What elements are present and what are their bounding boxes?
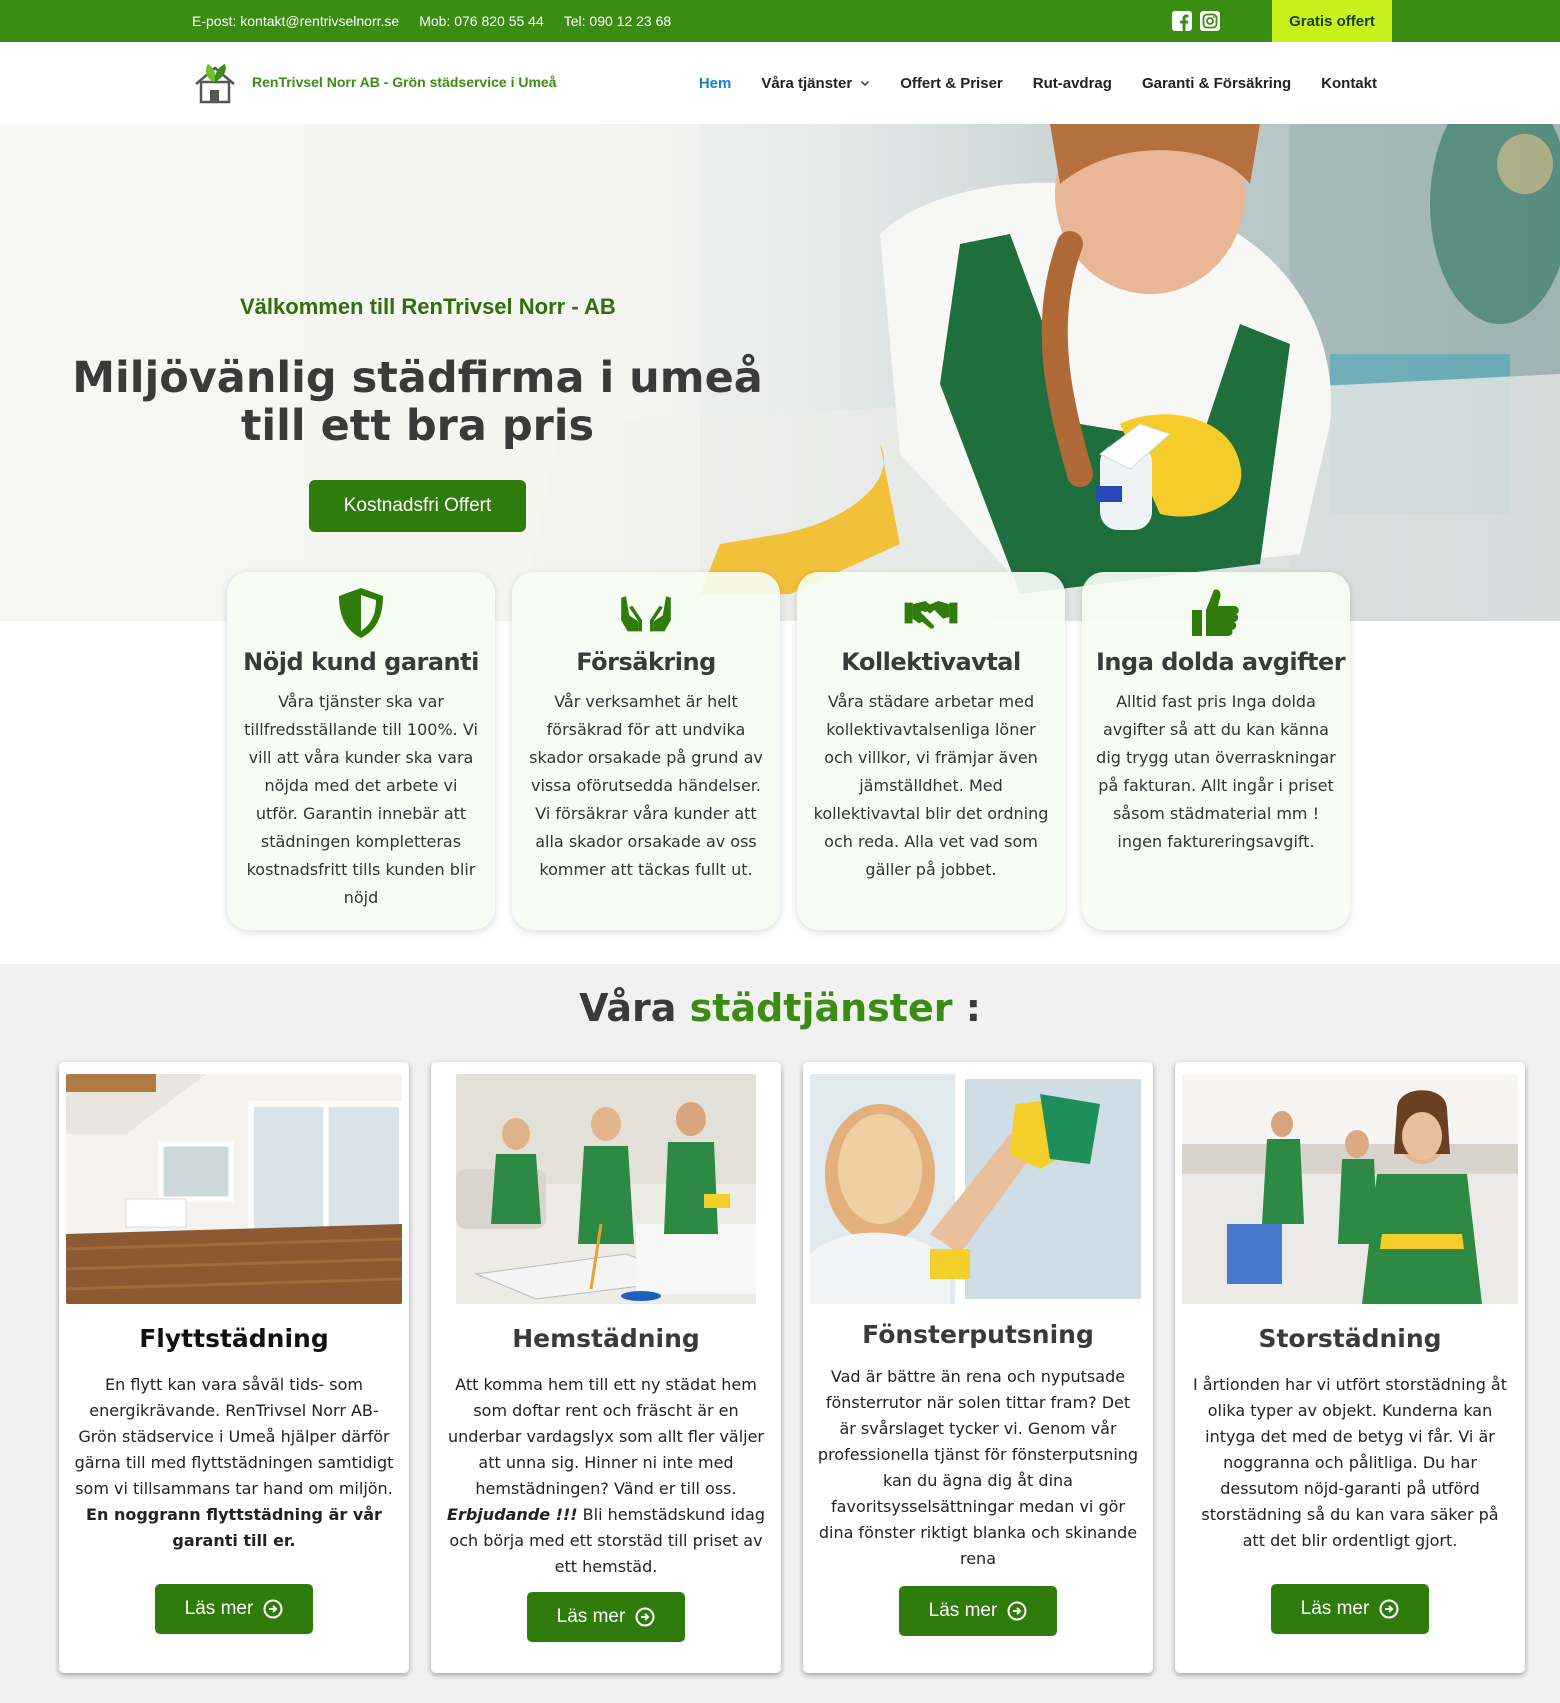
nav-item-rut-avdrag[interactable]: Rut-avdrag [1033, 75, 1112, 92]
service-text: En flytt kan vara såväl tids- som energi… [73, 1372, 395, 1554]
service-text: I årtionden har vi utfört storstädning å… [1192, 1375, 1508, 1550]
chevron-down-icon [861, 80, 870, 87]
services-title-prefix: Våra [579, 986, 690, 1030]
team-cleaning-photo [1182, 1074, 1518, 1304]
brand-link[interactable]: RenTrivsel Norr AB - Grön städservice i … [192, 60, 556, 104]
arrow-circle-right-icon [263, 1599, 283, 1619]
service-title: Fönsterputsning [862, 1320, 1094, 1349]
feature-title: Nöjd kund garanti [243, 648, 479, 676]
offer-highlight: Erbjudande !!! [447, 1505, 578, 1524]
arrow-circle-right-icon [1379, 1599, 1399, 1619]
nav-item-offert-priser[interactable]: Offert & Priser [900, 75, 1003, 92]
feature-text: Alltid fast pris Inga dolda avgifter så … [1096, 692, 1336, 851]
service-title: Flyttstädning [139, 1324, 329, 1353]
free-quote-button[interactable]: Gratis offert [1272, 0, 1392, 42]
hero-welcome: Välkommen till RenTrivsel Norr - AB [240, 294, 616, 319]
service-card-hemstadning: Hemstädning Att komma hem till ett ny st… [431, 1062, 781, 1673]
brand-name: RenTrivsel Norr AB - Grön städservice i … [252, 74, 557, 90]
top-bar: E-post: kontakt@rentrivselnorr.se Mob: 0… [0, 0, 1560, 42]
read-more-button[interactable]: Läs mer [527, 1592, 685, 1642]
nav-item-label: Våra tjänster [761, 74, 853, 92]
shield-icon [339, 588, 383, 638]
email-text[interactable]: E-post: kontakt@rentrivselnorr.se [192, 13, 399, 29]
phone-text[interactable]: Tel: 090 12 23 68 [564, 13, 671, 29]
service-text-body: Att komma hem till ett ny städat hem som… [448, 1375, 764, 1498]
service-text: Att komma hem till ett ny städat hem som… [445, 1372, 767, 1580]
nav-item-garanti-forsakring[interactable]: Garanti & Försäkring [1142, 75, 1291, 92]
mobile-text[interactable]: Mob: 076 820 55 44 [419, 13, 544, 29]
services-title-suffix: : [952, 986, 981, 1030]
nav-item-hem[interactable]: Hem [699, 75, 732, 92]
hero-headline: Miljövänlig städfirma i umeå till ett br… [72, 353, 763, 451]
hero-section: Välkommen till RenTrivsel Norr - AB Milj… [0, 124, 1560, 621]
feature-title: Inga dolda avgifter [1096, 648, 1346, 676]
service-text-body: En flytt kan vara såväl tids- som energi… [74, 1375, 394, 1498]
feature-card-collective-agreement: Kollektivavtal Våra städare arbetar med … [797, 572, 1065, 930]
read-more-label: Läs mer [928, 1600, 998, 1621]
read-more-button[interactable]: Läs mer [899, 1586, 1057, 1636]
handshake-icon [904, 601, 958, 629]
feature-text: Våra tjänster ska var tillfredsställande… [244, 692, 478, 907]
feature-text: Vår verksamhet är helt försäkrad för att… [529, 692, 763, 879]
contact-info: E-post: kontakt@rentrivselnorr.se Mob: 0… [192, 0, 671, 42]
site-header: RenTrivsel Norr AB - Grön städservice i … [0, 42, 1560, 124]
read-more-label: Läs mer [556, 1606, 626, 1627]
services-section: Våra städtjänster : Flyttstädning En fly… [0, 964, 1560, 1703]
home-cleaning-photo [456, 1074, 756, 1304]
instagram-icon[interactable] [1200, 11, 1220, 31]
read-more-label: Läs mer [1300, 1598, 1370, 1619]
main-nav: Hem Våra tjänster Offert & Priser Rut-av… [699, 42, 1377, 124]
arrow-circle-right-icon [1007, 1601, 1027, 1621]
window-cleaning-photo [810, 1074, 1146, 1304]
service-text-bold: En noggrann flyttstädning är vår garanti… [86, 1505, 382, 1550]
service-text: Vad är bättre än rena och nyputsade föns… [817, 1367, 1139, 1568]
feature-card-no-hidden-fees: Inga dolda avgifter Alltid fast pris Ing… [1082, 572, 1350, 930]
arrow-circle-right-icon [635, 1607, 655, 1627]
service-card-flyttstadning: Flyttstädning En flytt kan vara såväl ti… [59, 1062, 409, 1673]
house-leaf-logo-icon [195, 64, 235, 104]
nav-item-kontakt[interactable]: Kontakt [1321, 75, 1377, 92]
service-title: Hemstädning [512, 1324, 700, 1353]
services-title: Våra städtjänster : [0, 986, 1560, 1030]
service-card-storstadning: Storstädning I årtionden har vi utfört s… [1175, 1062, 1525, 1673]
services-title-highlight: städtjänster [689, 986, 953, 1030]
feature-title: Kollektivavtal [841, 648, 1021, 676]
empty-apartment-photo [66, 1074, 402, 1304]
read-more-button[interactable]: Läs mer [1271, 1584, 1429, 1634]
facebook-icon[interactable] [1172, 11, 1192, 31]
free-offer-button[interactable]: Kostnadsfri Offert [309, 480, 526, 532]
feature-card-guarantee: Nöjd kund garanti Våra tjänster ska var … [227, 572, 495, 930]
feature-text: Våra städare arbetar med kollektivavtals… [813, 692, 1049, 879]
feature-card-insurance: Försäkring Vår verksamhet är helt försäk… [512, 572, 780, 930]
read-more-button[interactable]: Läs mer [155, 1584, 313, 1634]
service-card-fonsterputsning: Fönsterputsning Vad är bättre än rena oc… [803, 1062, 1153, 1673]
nav-item-vara-tjanster[interactable]: Våra tjänster [761, 75, 870, 92]
feature-title: Försäkring [576, 648, 716, 676]
social-links [1172, 11, 1220, 31]
read-more-label: Läs mer [184, 1598, 254, 1619]
hands-icon [621, 596, 671, 632]
thumbs-up-icon [1192, 589, 1239, 636]
service-title: Storstädning [1258, 1324, 1442, 1353]
